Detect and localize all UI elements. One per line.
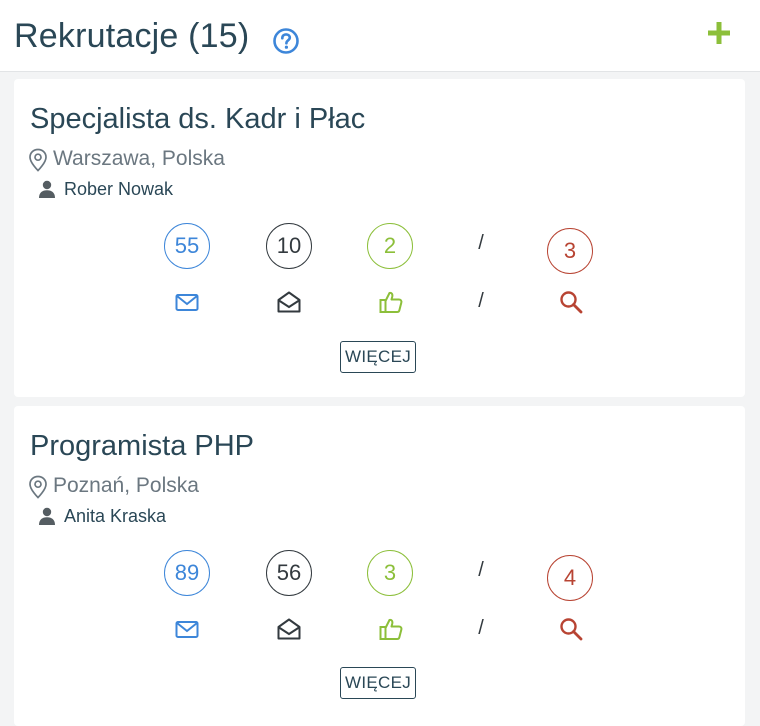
envelope-open-icon[interactable] bbox=[276, 616, 302, 642]
read-count[interactable]: 56 bbox=[266, 550, 312, 596]
page-header: Rekrutacje (15) bbox=[0, 0, 760, 72]
add-recruitment-button[interactable] bbox=[704, 18, 734, 48]
more-button[interactable]: WIĘCEJ bbox=[340, 341, 416, 373]
job-title[interactable]: Specjalista ds. Kadr i Płac bbox=[30, 99, 365, 139]
search-icon[interactable] bbox=[558, 616, 584, 642]
liked-count[interactable]: 2 bbox=[367, 223, 413, 269]
search-icon[interactable] bbox=[558, 289, 584, 315]
thumbs-up-icon[interactable] bbox=[378, 289, 404, 315]
question-circle-icon[interactable] bbox=[272, 27, 300, 55]
thumbs-up-icon[interactable] bbox=[378, 616, 404, 642]
separator: / bbox=[478, 290, 484, 312]
recruitment-card: Specjalista ds. Kadr i Płac Warszawa, Po… bbox=[14, 79, 745, 397]
received-count[interactable]: 55 bbox=[164, 223, 210, 269]
recruiter-name[interactable]: Rober Nowak bbox=[64, 177, 173, 201]
read-count[interactable]: 10 bbox=[266, 223, 312, 269]
separator: / bbox=[478, 617, 484, 639]
page-title: Rekrutacje (15) bbox=[14, 17, 250, 55]
envelope-open-icon[interactable] bbox=[276, 289, 302, 315]
job-title[interactable]: Programista PHP bbox=[30, 426, 254, 466]
searched-count[interactable]: 4 bbox=[547, 555, 593, 601]
separator: / bbox=[478, 559, 484, 581]
envelope-icon[interactable] bbox=[174, 616, 200, 642]
user-icon bbox=[39, 180, 55, 198]
received-count[interactable]: 89 bbox=[164, 550, 210, 596]
envelope-icon[interactable] bbox=[174, 289, 200, 315]
searched-count[interactable]: 3 bbox=[547, 228, 593, 274]
more-button[interactable]: WIĘCEJ bbox=[340, 667, 416, 699]
map-pin-icon bbox=[29, 475, 47, 499]
recruitment-card: Programista PHP Poznań, Polska Anita Kra… bbox=[14, 406, 745, 726]
map-pin-icon bbox=[29, 148, 47, 172]
recruiter-name[interactable]: Anita Kraska bbox=[64, 504, 166, 528]
user-icon bbox=[39, 507, 55, 525]
location-text: Poznań, Polska bbox=[53, 474, 199, 497]
liked-count[interactable]: 3 bbox=[367, 550, 413, 596]
location-text: Warszawa, Polska bbox=[53, 147, 225, 170]
separator: / bbox=[478, 232, 484, 254]
